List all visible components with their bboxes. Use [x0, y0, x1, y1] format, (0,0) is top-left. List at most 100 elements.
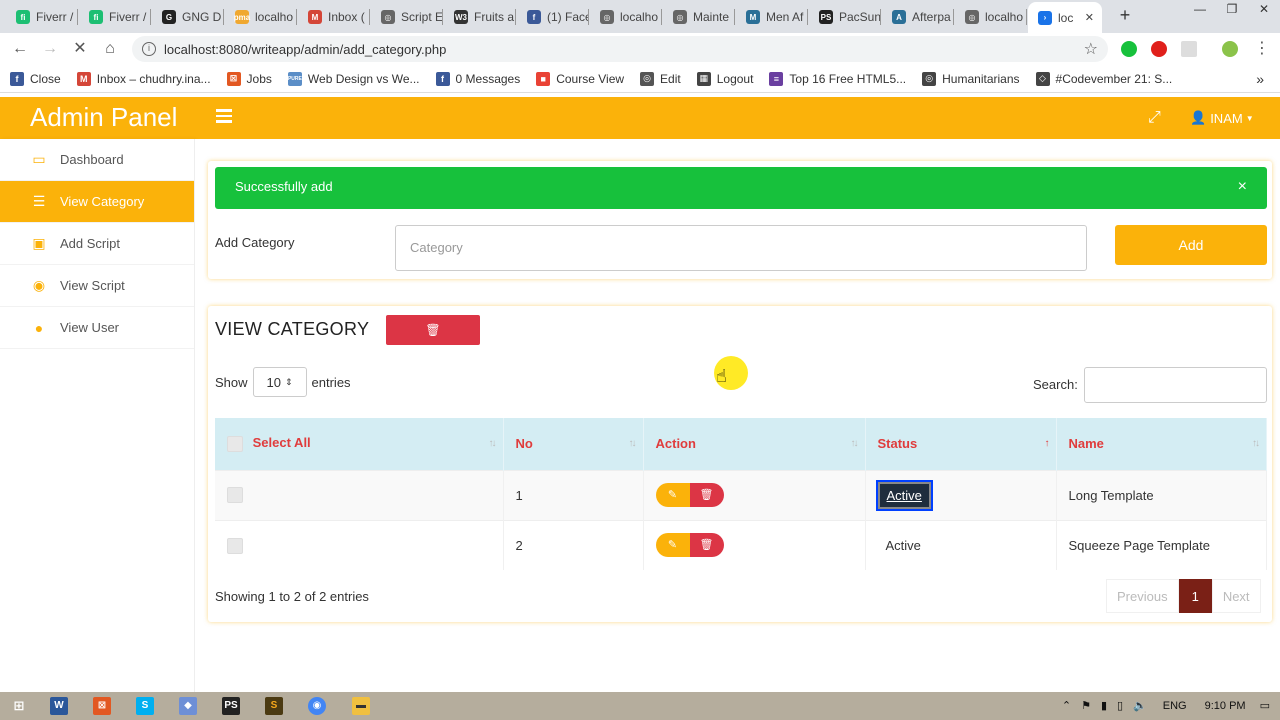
bookmark-item[interactable]: ≡ Top 16 Free HTML5... [769, 71, 906, 86]
sidebar-item-view-category[interactable]: ☰ View Category [0, 181, 194, 223]
more-bookmarks-icon[interactable]: » [1256, 71, 1264, 87]
bookmark-label: 0 Messages [455, 71, 521, 86]
bookmark-item[interactable]: ◎ Humanitarians [922, 71, 1020, 86]
bookmark-item[interactable]: ◎ Edit [640, 71, 681, 86]
col-name[interactable]: Name ↑↓ [1056, 418, 1267, 470]
add-button[interactable]: Add [1115, 225, 1267, 265]
col-action[interactable]: Action ↑↓ [643, 418, 866, 470]
clock[interactable]: 9:10 PM [1205, 700, 1246, 712]
profile-avatar-icon[interactable] [1222, 41, 1238, 57]
battery-icon[interactable]: ▯ [1117, 699, 1123, 712]
bookmark-item[interactable]: f Close [10, 71, 61, 86]
close-tab-icon[interactable]: ✕ [1085, 11, 1094, 24]
browser-tab[interactable]: A Afterpa [882, 4, 954, 30]
notifications-icon[interactable]: ▭ [1260, 699, 1270, 712]
fullscreen-icon[interactable]: ⤢ [1148, 109, 1161, 127]
browser-tab[interactable]: PS PacSun [809, 4, 881, 30]
bookmark-item[interactable]: ⊠ Jobs [226, 71, 272, 86]
col-select-all[interactable]: Select All ↑↓ [215, 418, 504, 470]
page-1-button[interactable]: 1 [1178, 579, 1212, 613]
alert-close-icon[interactable]: × [1238, 167, 1247, 207]
bookmark-star-icon[interactable]: ☆ [1084, 39, 1098, 59]
edit-icon[interactable]: ✎ [655, 483, 690, 507]
browser-tab[interactable]: ◎ Script E [371, 4, 443, 30]
new-tab-button[interactable]: + [1116, 6, 1134, 24]
flag-icon[interactable]: ⚑ [1081, 699, 1091, 712]
sidebar-item-dashboard[interactable]: ▭ Dashboard [0, 139, 194, 181]
tab-favicon-icon: PS [819, 10, 833, 24]
forward-icon[interactable]: → [40, 39, 60, 59]
delete-icon[interactable]: 🗑 [689, 533, 724, 558]
info-icon[interactable]: i [142, 42, 156, 56]
browser-tab[interactable]: W3 Fruits a [444, 4, 516, 30]
grammarly-extension-icon[interactable] [1121, 41, 1137, 57]
browser-tab[interactable]: M Men Af [736, 4, 808, 30]
user-menu[interactable]: 👤 INAM ▼ [1190, 110, 1254, 126]
row-checkbox[interactable] [227, 537, 243, 554]
maximize-icon[interactable]: ❐ [1216, 0, 1248, 20]
browser-tab[interactable]: fi Fiverr / [79, 4, 151, 30]
xampp-icon[interactable]: ⊠ [93, 697, 111, 715]
address-bar[interactable]: i localhost:8080/writeapp/admin/add_cate… [132, 36, 1108, 62]
chrome-icon[interactable]: ◉ [308, 697, 326, 715]
bookmark-item[interactable]: ▦ Logout [696, 71, 754, 86]
previous-page-button[interactable]: Previous [1106, 579, 1179, 613]
file-explorer-icon[interactable]: ▬ [352, 697, 370, 715]
hamburger-menu-icon[interactable] [216, 109, 232, 123]
volume-icon[interactable]: 🔈 [1133, 699, 1147, 712]
bookmark-item[interactable]: f 0 Messages [435, 71, 521, 86]
bookmark-favicon-icon: f [10, 71, 24, 86]
reload-icon[interactable]: ✕ [70, 39, 90, 59]
brand-title[interactable]: Admin Panel [30, 102, 177, 133]
bookmark-item[interactable]: ◇ #Codevember 21: S... [1035, 71, 1172, 86]
tray-up-icon[interactable]: ⌃ [1062, 699, 1071, 712]
browser-tab[interactable]: ◎ Mainte [663, 4, 735, 30]
back-icon[interactable]: ← [10, 39, 30, 59]
close-window-icon[interactable]: ✕ [1248, 0, 1280, 20]
tab-label: Fiverr / [36, 10, 74, 24]
sidebar-item-view-script[interactable]: ◉ View Script [0, 265, 194, 307]
minimize-icon[interactable]: — [1184, 0, 1216, 20]
edit-icon[interactable]: ✎ [655, 533, 690, 558]
next-page-button[interactable]: Next [1211, 579, 1261, 613]
col-no[interactable]: No ↑↓ [503, 418, 644, 470]
bookmark-item[interactable]: M Inbox – chudhry.ina... [76, 71, 211, 86]
sidebar-item-view-user[interactable]: ● View User [0, 307, 194, 349]
skype-icon[interactable]: S [136, 697, 154, 715]
entries-select[interactable]: 10 ⇕ [252, 367, 307, 397]
app-icon[interactable]: ◆ [179, 697, 197, 715]
word-icon[interactable]: W [50, 697, 68, 715]
windows-start-icon[interactable]: ⊞ [10, 697, 28, 715]
bookmark-favicon-icon: ◇ [1035, 71, 1050, 86]
browser-tab[interactable]: M Inbox ( [298, 4, 370, 30]
network-icon[interactable]: ▮ [1101, 699, 1107, 712]
status-toggle-button[interactable]: Active [877, 481, 931, 509]
sidebar-item-add-script[interactable]: ▣ Add Script [0, 223, 194, 265]
bookmark-item[interactable]: ■ Course View [536, 71, 624, 86]
status-toggle-link[interactable]: Active [878, 538, 921, 553]
browser-tab[interactable]: › loc ✕ [1028, 2, 1102, 33]
browser-tab[interactable]: f (1) Face [517, 4, 589, 30]
browser-tab[interactable]: G GNG D [152, 4, 224, 30]
row-checkbox[interactable] [227, 487, 243, 504]
bookmark-item[interactable]: PURE Web Design vs We... [287, 71, 420, 86]
photoshop-icon[interactable]: PS [222, 697, 240, 715]
browser-menu-icon[interactable]: ⋮ [1252, 39, 1272, 59]
delete-icon[interactable]: 🗑 [689, 483, 724, 507]
col-label: Action [655, 436, 696, 452]
browser-tab[interactable]: ◎ localho [590, 4, 662, 30]
col-status[interactable]: Status ↑ [865, 418, 1057, 470]
sublime-icon[interactable]: S [265, 697, 283, 715]
bookmark-label: Logout [716, 71, 754, 86]
search-input[interactable] [1084, 367, 1267, 403]
delete-selected-button[interactable]: 🗑 [386, 315, 480, 345]
browser-tab[interactable]: ◎ localho [955, 4, 1027, 30]
opera-extension-icon[interactable] [1151, 41, 1167, 57]
select-all-checkbox[interactable] [227, 436, 243, 453]
browser-tab[interactable]: pma localho [225, 4, 297, 30]
category-input[interactable]: Category [395, 225, 1087, 271]
language-indicator[interactable]: ENG [1163, 700, 1187, 712]
tinymce-extension-icon[interactable] [1181, 41, 1197, 57]
home-icon[interactable]: ⌂ [100, 39, 120, 59]
browser-tab[interactable]: fi Fiverr / [6, 4, 78, 30]
